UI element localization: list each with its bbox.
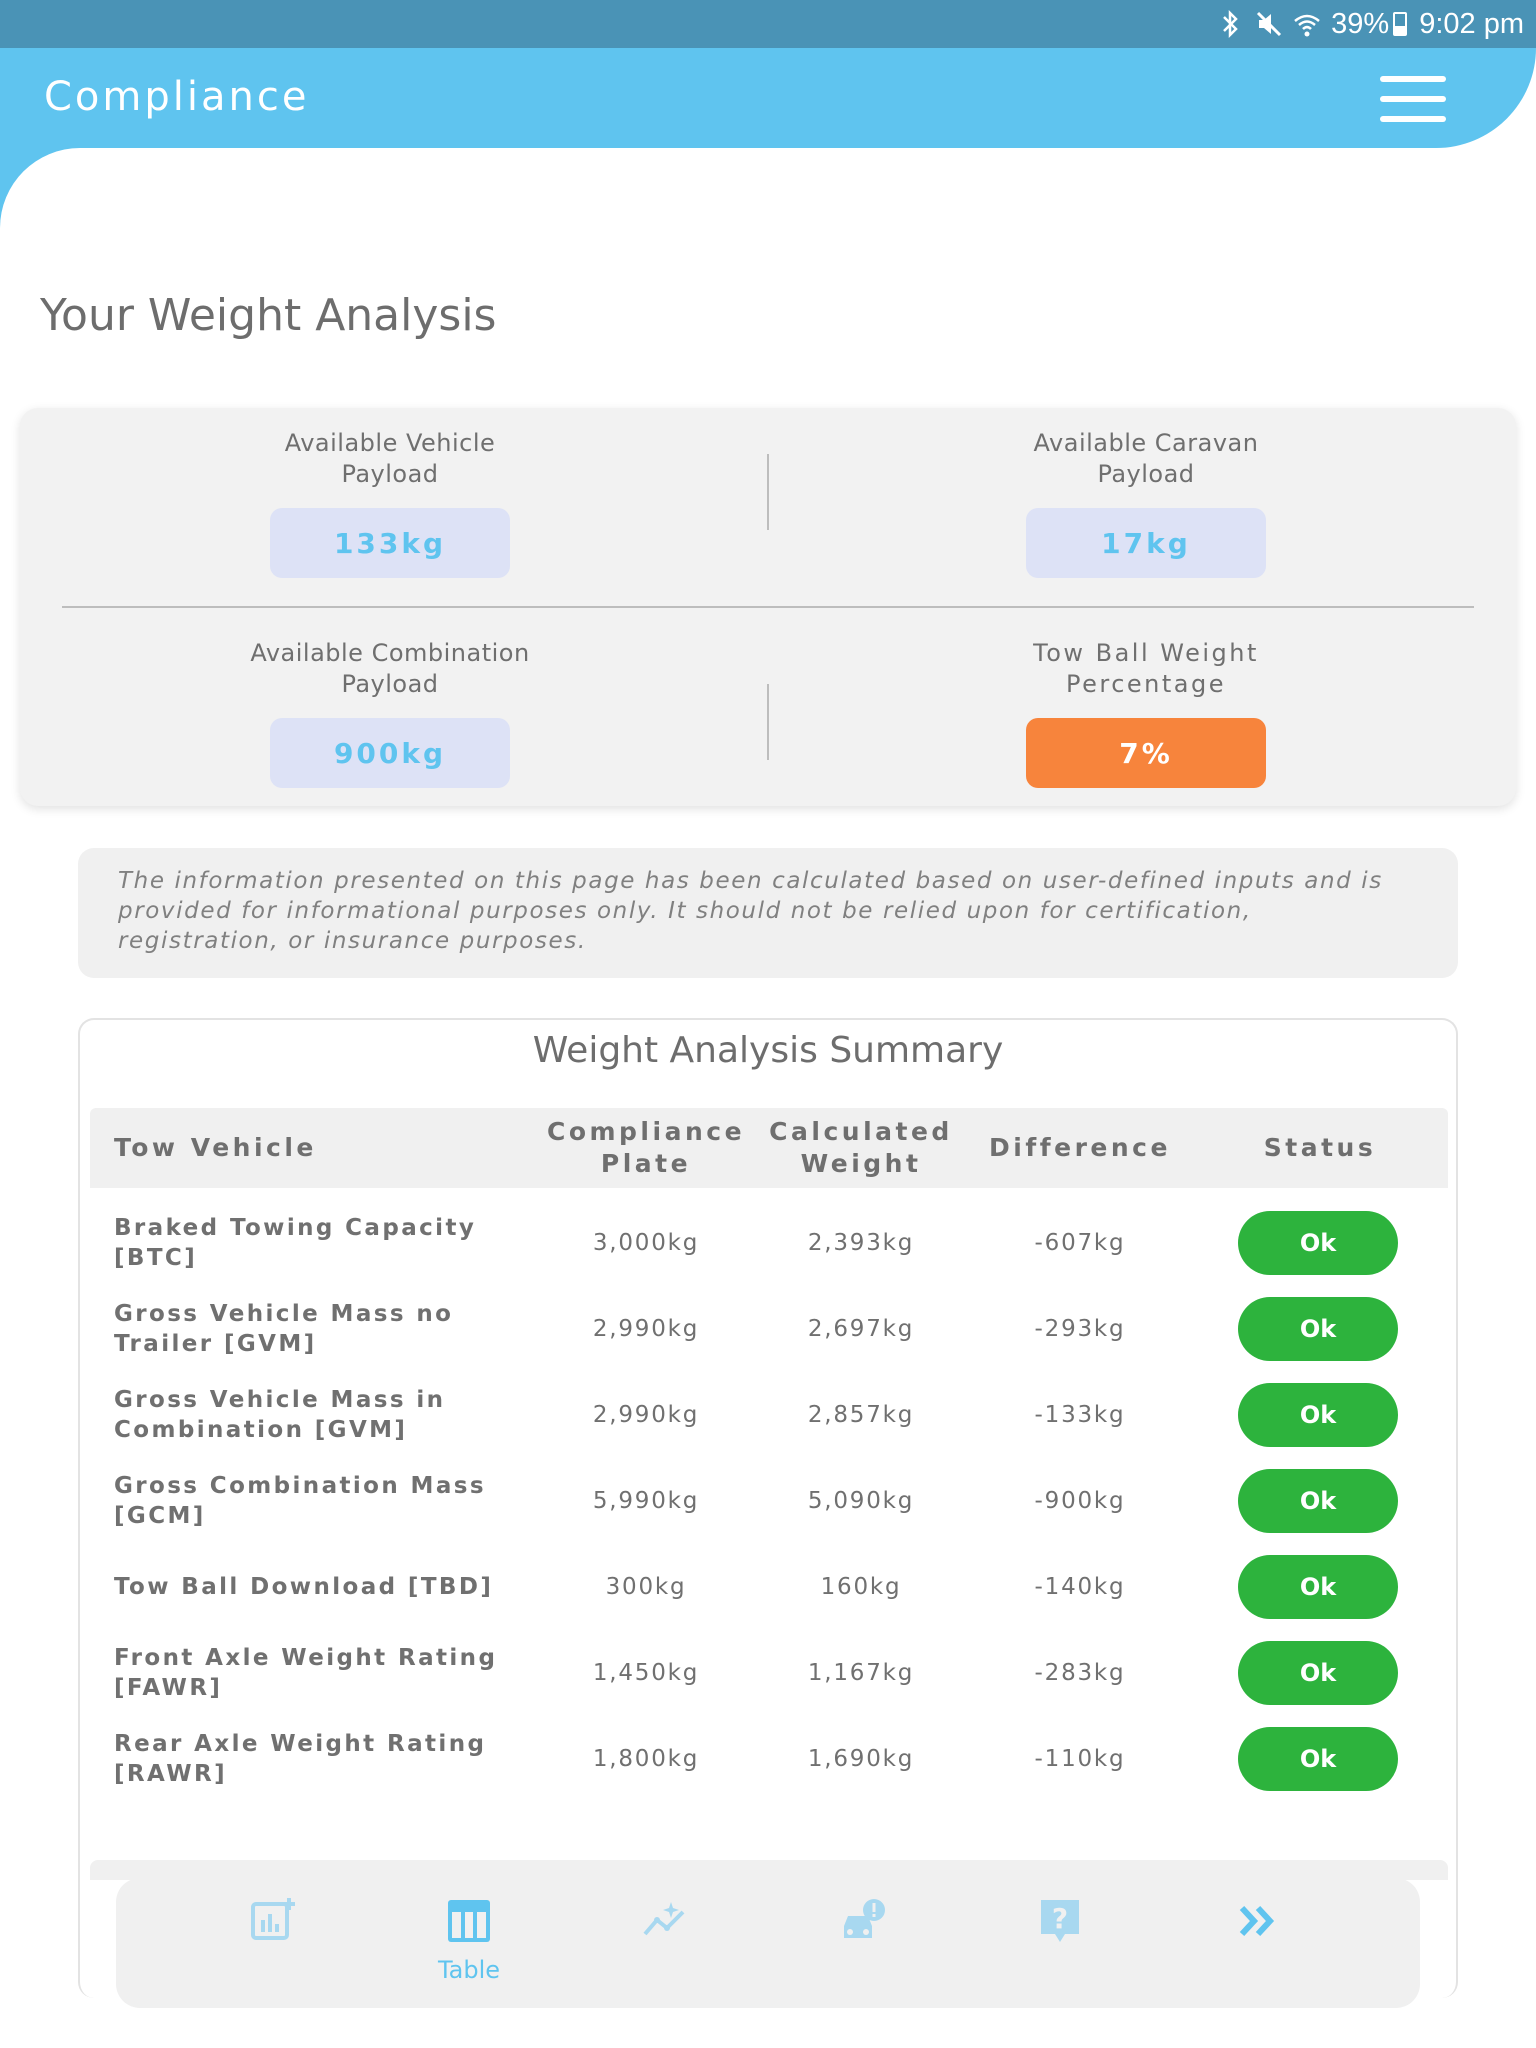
vertical-divider [767,454,769,530]
nav-more[interactable] [1177,1878,1337,2008]
table-row: Rear Axle Weight Rating [RAWR] 1,800kg 1,6… [90,1716,1448,1802]
row-label: Gross Vehicle Mass in Combination [GVM] [114,1387,446,1443]
app-title: Compliance [44,74,310,120]
status-ok-button[interactable]: Ok [1238,1211,1398,1275]
payload-summary-card: Available Vehicle Payload 133kg Availabl… [20,408,1516,806]
table-row: Tow Ball Download [TBD] 300kg 160kg -140kg O… [90,1544,1448,1630]
hamburger-menu-icon[interactable] [1380,76,1446,122]
nav-help[interactable]: ? [980,1878,1140,2008]
status-bar: 39% 9:02 pm [0,0,1536,48]
row-label: Gross Vehicle Mass no Trailer [GVM] [114,1301,454,1357]
compliance-screen: 39% 9:02 pm Compliance Your Weight Analy… [0,0,1536,2048]
difference-value: -133kg [1034,1402,1126,1428]
column-header-compliance-plate: Compliance Plate [546,1117,746,1178]
disclaimer-text: The information presented on this page h… [78,848,1458,978]
table-row: Front Axle Weight Rating [FAWR] 1,450kg 1,… [90,1630,1448,1716]
combination-payload-label: Available Combination Payload [250,639,530,698]
calculated-weight-value: 5,090kg [807,1488,915,1514]
double-chevron-right-icon [1239,1905,1275,1937]
vehicle-payload-value: 133kg [270,508,510,578]
compliance-plate-value: 2,990kg [592,1316,700,1342]
header-curve-decoration-left [0,148,150,228]
caravan-payload-cell: Available Caravan Payload 17kg [776,428,1516,578]
status-ok-button[interactable]: Ok [1238,1297,1398,1361]
status-ok-button[interactable]: Ok [1238,1469,1398,1533]
column-header-difference: Difference [989,1133,1171,1162]
table-row: Braked Towing Capacity [BTC] 3,000kg 2,393… [90,1200,1448,1286]
battery-percent: 39% [1331,7,1390,40]
weight-analysis-summary: Weight Analysis Summary Tow Vehicle Comp… [78,1018,1458,1998]
row-label: Rear Axle Weight Rating [RAWR] [114,1731,487,1787]
add-chart-icon [251,1898,295,1940]
bottom-navigation: Table ? [116,1878,1420,2008]
summary-title: Weight Analysis Summary [532,1030,1004,1071]
compliance-plate-value: 1,450kg [592,1660,700,1686]
compliance-plate-value: 2,990kg [592,1402,700,1428]
row-label: Gross Combination Mass [GCM] [114,1473,486,1529]
tow-ball-percentage-label: Tow Ball Weight Percentage [1033,639,1259,698]
car-alert-icon [844,1899,885,1938]
status-ok-button[interactable]: Ok [1238,1383,1398,1447]
calculated-weight-value: 2,393kg [807,1230,915,1256]
table-row: Gross Vehicle Mass in Combination [GVM] 2… [90,1372,1448,1458]
horizontal-divider [62,606,1474,608]
svg-text:?: ? [1052,1902,1068,1935]
status-ok-button[interactable]: Ok [1238,1555,1398,1619]
caravan-payload-label: Available Caravan Payload [1033,429,1259,488]
calculated-weight-value: 2,857kg [807,1402,915,1428]
tow-ball-percentage-cell: Tow Ball Weight Percentage 7% [776,638,1516,788]
compliance-plate-value: 3,000kg [592,1230,700,1256]
difference-value: -283kg [1034,1660,1126,1686]
column-header-status: Status [1263,1133,1377,1162]
nav-table[interactable]: Table [389,1878,549,2008]
column-header-tow-vehicle: Tow Vehicle [114,1133,317,1162]
compliance-plate-value: 1,800kg [592,1746,700,1772]
calculated-weight-value: 1,690kg [807,1746,915,1772]
table-header: Tow Vehicle Compliance Plate Calculated … [90,1108,1448,1188]
status-ok-button[interactable]: Ok [1238,1727,1398,1791]
caravan-payload-value: 17kg [1026,508,1266,578]
compliance-plate-value: 300kg [605,1574,687,1600]
bluetooth-icon [1217,9,1243,39]
status-ok-button[interactable]: Ok [1238,1641,1398,1705]
difference-value: -900kg [1034,1488,1126,1514]
table-row: Gross Vehicle Mass no Trailer [GVM] 2,990… [90,1286,1448,1372]
row-label: Tow Ball Download [TBD] [114,1574,494,1600]
nav-trend[interactable] [586,1878,746,2008]
column-header-calculated-weight: Calculated Weight [769,1117,953,1178]
nav-car-alert[interactable] [783,1878,943,2008]
calculated-weight-value: 2,697kg [807,1316,915,1342]
difference-value: -110kg [1034,1746,1126,1772]
table-icon [448,1900,490,1942]
vehicle-payload-cell: Available Vehicle Payload 133kg [20,428,760,578]
compliance-plate-value: 5,990kg [592,1488,700,1514]
vertical-divider [767,684,769,760]
help-icon: ? [1041,1900,1079,1942]
row-label: Braked Towing Capacity [BTC] [114,1215,477,1271]
combination-payload-cell: Available Combination Payload 900kg [20,638,760,788]
clock: 9:02 pm [1419,7,1524,40]
calculated-weight-value: 160kg [820,1574,902,1600]
row-label: Front Axle Weight Rating [FAWR] [114,1645,498,1701]
trend-sparkle-icon [643,1902,685,1936]
calculated-weight-value: 1,167kg [807,1660,915,1686]
wifi-icon [1293,9,1320,39]
page-title: Your Weight Analysis [40,290,497,341]
difference-value: -293kg [1034,1316,1126,1342]
table-row: Gross Combination Mass [GCM] 5,990kg 5,090… [90,1458,1448,1544]
difference-value: -607kg [1034,1230,1126,1256]
difference-value: -140kg [1034,1574,1126,1600]
combination-payload-value: 900kg [270,718,510,788]
nav-add-chart[interactable] [194,1878,354,2008]
battery-icon [1393,12,1408,36]
mute-icon [1255,9,1282,39]
vehicle-payload-label: Available Vehicle Payload [284,429,496,488]
nav-label-table: Table [437,1956,501,1984]
tow-ball-percentage-value: 7% [1026,718,1266,788]
table-footer-strip [90,1860,1448,1880]
